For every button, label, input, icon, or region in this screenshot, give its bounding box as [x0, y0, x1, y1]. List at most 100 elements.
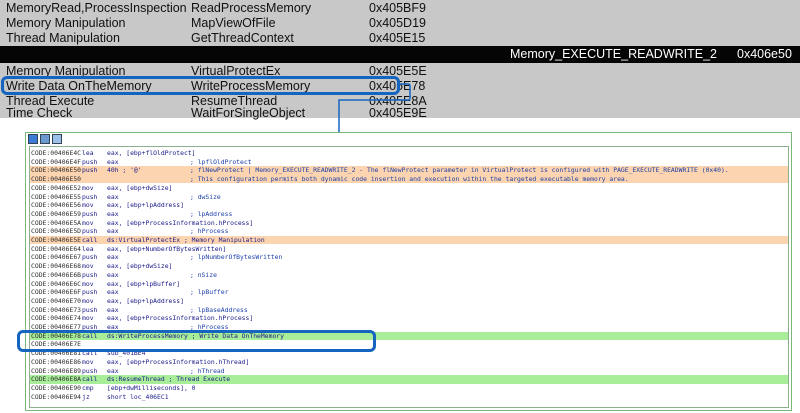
disasm-mnemonic: push: [82, 366, 98, 375]
graph-view-icon[interactable]: [28, 134, 38, 144]
disasm-line[interactable]: CODE:00406E68 mov eax, [ebp+dwSize]: [30, 262, 788, 270]
disasm-comment: ; lpNumberOfBytesWritten: [190, 253, 283, 262]
disasm-comment: ; nSize: [190, 270, 217, 279]
disasm-address: CODE:00406E59: [31, 209, 82, 218]
disasm-mnemonic: push: [82, 209, 98, 218]
disasm-mnemonic: mov: [82, 296, 94, 305]
disasm-mnemonic: push: [82, 288, 98, 297]
disasm-comment: ; lpBaseAddress: [190, 305, 248, 314]
disasm-address: CODE:00406E70: [31, 296, 82, 305]
disasm-operands: eax: [107, 192, 119, 201]
disasm-operands: ds:VirtualProtectEx ; Memory Manipulatio…: [107, 236, 265, 244]
disasm-address: CODE:00406E89: [31, 366, 82, 375]
disasm-operands: eax: [107, 305, 119, 314]
api-address: 0x405BF9: [369, 1, 426, 15]
disasm-line[interactable]: CODE:00406E8A call ds:ResumeThread ; Threa…: [30, 375, 788, 384]
disasm-line[interactable]: CODE:00406E50 ; This configuration permit…: [30, 175, 788, 184]
disasm-comment: ; lpflOldProtect: [190, 157, 252, 166]
api-category: Time Check: [6, 106, 73, 120]
disasm-address: CODE:00406E4F: [31, 157, 82, 166]
disasm-operands: eax: [107, 209, 119, 218]
disasm-line[interactable]: CODE:00406E56 mov eax, [ebp+lpAddress]: [30, 201, 788, 209]
api-name: GetThreadContext: [191, 31, 294, 45]
disasm-mnemonic: push: [82, 270, 98, 279]
disasm-comment: ; hProcess: [190, 227, 229, 236]
api-row: Time Check WaitForSingleObject 0x405E9E: [0, 106, 800, 121]
disasm-line[interactable]: CODE:00406E55 push eax ; dwSize: [30, 193, 788, 201]
disasm-line[interactable]: CODE:00406E4F push eax ; lpflOldProtect: [30, 158, 788, 166]
disasm-line[interactable]: CODE:00406E86 mov eax, [ebp+ProcessInforma…: [30, 358, 788, 366]
disassembly-listing[interactable]: CODE:00406E4C lea eax, [ebp+flOldProtect] C…: [29, 146, 789, 408]
disasm-address: CODE:00406E68: [31, 262, 82, 271]
disasm-address: CODE:00406E6C: [31, 279, 82, 288]
disassembly-window: CODE:00406E4C lea eax, [ebp+flOldProtect] C…: [25, 132, 792, 411]
disasm-mnemonic: mov: [82, 201, 94, 210]
disasm-mnemonic: mov: [82, 262, 94, 271]
disasm-address: CODE:00406E5A: [31, 218, 82, 227]
disasm-line[interactable]: CODE:00406E89 push eax ; hThread: [30, 367, 788, 375]
disasm-operands: short loc_406EC1: [107, 392, 169, 401]
callout-box-write-process-memory-call: [17, 330, 376, 352]
disasm-comment: ; lpBuffer: [190, 288, 229, 297]
disasm-line[interactable]: CODE:00406E70 mov eax, [ebp+lpAddress]: [30, 297, 788, 305]
disasm-operands: eax, [ebp+lpAddress]: [107, 201, 184, 210]
disasm-comment: ; dwSize: [190, 192, 221, 201]
api-name: ReadProcessMemory: [191, 1, 312, 15]
disasm-comment: ; lpAddress: [190, 209, 233, 218]
disasm-operands: 40h ; '@': [107, 166, 142, 175]
disasm-mnemonic: push: [82, 227, 98, 236]
disasm-line[interactable]: CODE:00406E5E call ds:VirtualProtectEx ; M…: [30, 236, 788, 245]
disasm-operands: eax, [ebp+dwSize]: [107, 183, 173, 192]
disasm-line[interactable]: CODE:00406E67 push eax ; lpNumberOfBytesWri…: [30, 253, 788, 261]
api-row: Memory Manipulation MapViewOfFile 0x405D…: [0, 16, 800, 31]
disasm-line[interactable]: CODE:00406E90 cmp [ebp+dwMilliseconds], 0: [30, 384, 788, 392]
disasm-comment: ; This configuration permits both dynami…: [190, 175, 629, 184]
disasm-mnemonic: push: [82, 166, 98, 175]
api-name: MapViewOfFile: [191, 16, 276, 30]
disasm-line[interactable]: CODE:00406E5A mov eax, [ebp+ProcessInforma…: [30, 219, 788, 227]
disasm-operands: eax, [ebp+ProcessInformation.hThread]: [107, 357, 250, 366]
disasm-mnemonic: mov: [82, 357, 94, 366]
disasm-mnemonic: call: [82, 236, 98, 244]
disasm-address: CODE:00406E64: [31, 244, 82, 253]
disasm-operands: eax: [107, 227, 119, 236]
disasm-address: CODE:00406E55: [31, 192, 82, 201]
disasm-address: CODE:00406E74: [31, 314, 82, 323]
disasm-line[interactable]: CODE:00406E52 mov eax, [ebp+dwSize]: [30, 184, 788, 192]
disasm-address: CODE:00406E67: [31, 253, 82, 262]
rule-label: Memory_EXECUTE_READWRITE_2: [510, 47, 717, 61]
disasm-address: CODE:00406E8A: [31, 375, 82, 384]
disasm-operands: eax, [ebp+NumberOfBytesWritten]: [107, 244, 227, 253]
text-view-icon[interactable]: [40, 134, 50, 144]
disasm-operands: eax: [107, 157, 119, 166]
disasm-mnemonic: mov: [82, 279, 94, 288]
disasm-line[interactable]: CODE:00406E4C lea eax, [ebp+flOldProtect]: [30, 149, 788, 157]
api-address: 0x405E9E: [369, 106, 427, 120]
disasm-comment: ; hThread: [190, 366, 225, 375]
disasm-mnemonic: push: [82, 192, 98, 201]
disasm-address: CODE:00406E86: [31, 357, 82, 366]
disasm-line[interactable]: CODE:00406E94 jz short loc_406EC1: [30, 393, 788, 401]
disasm-line[interactable]: CODE:00406E6B push eax ; nSize: [30, 271, 788, 279]
disasm-mnemonic: call: [82, 375, 98, 384]
disasm-line[interactable]: CODE:00406E50 push 40h ; '@' ; flNewProtect…: [30, 166, 788, 175]
disasm-mnemonic: cmp: [82, 383, 94, 392]
disasm-address: CODE:00406E73: [31, 305, 82, 314]
disasm-line[interactable]: CODE:00406E64 lea eax, [ebp+NumberOfBytesW…: [30, 245, 788, 253]
disasm-mnemonic: lea: [82, 149, 94, 157]
disasm-operands: eax: [107, 253, 119, 262]
rule-address: 0x406e50: [737, 47, 792, 61]
disasm-address: CODE:00406E6F: [31, 288, 82, 297]
disasm-mnemonic: lea: [82, 244, 94, 253]
api-row: MemoryRead,ProcessInspection ReadProcess…: [0, 1, 800, 16]
disasm-line[interactable]: CODE:00406E59 push eax ; lpAddress: [30, 210, 788, 218]
api-address: 0x405D19: [369, 16, 426, 30]
disasm-line[interactable]: CODE:00406E73 push eax ; lpBaseAddress: [30, 306, 788, 314]
disasm-line[interactable]: CODE:00406E6C mov eax, [ebp+lpBuffer]: [30, 280, 788, 288]
disasm-line[interactable]: CODE:00406E74 mov eax, [ebp+ProcessInforma…: [30, 314, 788, 322]
disasm-line[interactable]: CODE:00406E5D push eax ; hProcess: [30, 227, 788, 235]
disasm-mnemonic: push: [82, 305, 98, 314]
list-view-icon[interactable]: [52, 134, 62, 144]
disasm-line[interactable]: CODE:00406E6F push eax ; lpBuffer: [30, 288, 788, 296]
api-category: Memory Manipulation: [6, 16, 126, 30]
